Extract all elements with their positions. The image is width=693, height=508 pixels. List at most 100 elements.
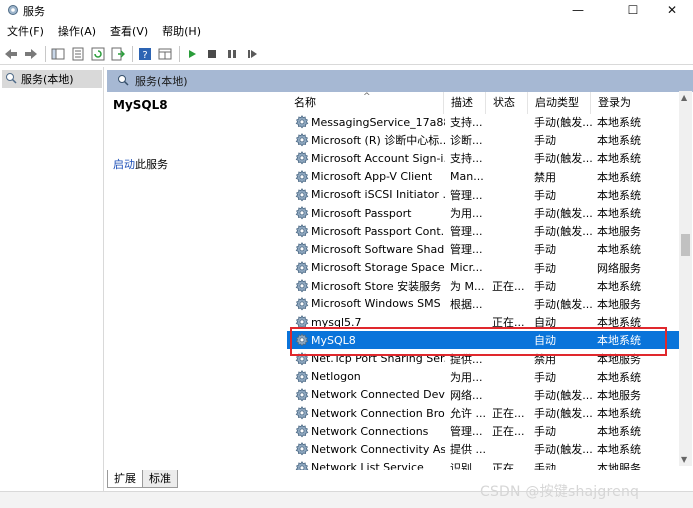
service-name-cell: Netlogon — [311, 370, 361, 384]
service-startup-type-cell: 手动 — [534, 425, 556, 439]
service-gear-icon — [295, 224, 309, 238]
service-log-on-as-cell: 本地系统 — [597, 316, 641, 330]
service-startup-type-cell: 手动 — [534, 188, 556, 202]
service-name-cell: Network Connection Bro... — [311, 406, 445, 420]
stop-service-icon[interactable] — [203, 45, 221, 63]
tree-item-services-local[interactable]: 服务(本地) — [2, 70, 102, 88]
column-header-status[interactable]: 状态 — [486, 92, 528, 114]
table-row[interactable]: Network Connectivity Ass... 提供 ... 手动(触发..… — [287, 440, 681, 458]
pause-service-icon[interactable] — [223, 45, 241, 63]
service-name-cell: Microsoft App-V Client — [311, 170, 433, 184]
service-name-cell: Network Connections — [311, 424, 429, 438]
restart-service-icon[interactable] — [243, 45, 261, 63]
table-row[interactable]: Microsoft App-V Client Man... 禁用 本地系统 — [287, 168, 681, 186]
service-name-cell: Microsoft Store 安装服务 — [311, 279, 442, 293]
service-description-cell: 管理... — [450, 243, 483, 257]
column-header-name[interactable]: ^ 名称 — [287, 92, 444, 114]
service-name-cell: Microsoft Passport Cont... — [311, 224, 445, 238]
toolbar-separator — [179, 45, 180, 62]
service-gear-icon — [295, 333, 309, 347]
menu-view[interactable]: 查看(V) — [103, 22, 155, 42]
service-description-cell: 为 M... — [450, 279, 485, 293]
properties-icon[interactable] — [69, 45, 87, 63]
menu-file[interactable]: 文件(F) — [0, 22, 51, 42]
table-row[interactable]: Net.Tcp Port Sharing Ser... 提供... 禁用 本地服务 — [287, 349, 681, 367]
table-row[interactable]: Network Connection Bro... 允许 ... 正在... 手动(触… — [287, 404, 681, 422]
vertical-scrollbar[interactable]: ▲ ▼ — [679, 91, 692, 466]
forward-arrow-icon[interactable] — [22, 45, 40, 63]
table-row[interactable]: Microsoft Software Shad... 管理... 手动 本地系统 — [287, 240, 681, 258]
export-list-icon[interactable] — [109, 45, 127, 63]
console-tree-icon[interactable] — [49, 45, 67, 63]
service-startup-type-cell: 手动 — [534, 461, 556, 470]
service-log-on-as-cell: 本地系统 — [597, 425, 641, 439]
service-name-cell: Net.Tcp Port Sharing Ser... — [311, 352, 445, 366]
back-arrow-icon[interactable] — [2, 45, 20, 63]
table-row[interactable]: Netlogon 为用... 手动 本地系统 — [287, 368, 681, 386]
table-row[interactable]: Microsoft (R) 诊断中心标... 诊断... 手动 本地系统 — [287, 131, 681, 149]
menu-action[interactable]: 操作(A) — [51, 22, 103, 42]
service-name-cell: Microsoft Storage Space... — [311, 261, 445, 275]
service-status-cell: 正在... — [492, 461, 525, 470]
services-search-icon — [117, 74, 129, 89]
table-row[interactable]: Network Connected Devi... 网络... 手动(触发... 本地… — [287, 386, 681, 404]
service-log-on-as-cell: 本地系统 — [597, 152, 641, 166]
service-gear-icon — [295, 315, 309, 329]
table-row[interactable]: Microsoft Storage Space... Micr... 手动 网络服务 — [287, 259, 681, 277]
tab-extended[interactable]: 扩展 — [107, 470, 143, 488]
table-row[interactable]: MySQL8 自动 本地系统 — [287, 331, 681, 350]
service-description-cell: Man... — [450, 170, 484, 184]
table-row[interactable]: MessagingService_17a885 支持... 手动(触发... 本地系统 — [287, 113, 681, 131]
start-service-link[interactable]: 启动 — [113, 158, 135, 171]
services-list: ^ 名称 描述 状态 启动类型 登录为 MessagingService_17a… — [287, 92, 693, 470]
service-description-cell: 管理... — [450, 425, 483, 439]
service-name-cell: Microsoft iSCSI Initiator ... — [311, 188, 445, 202]
service-log-on-as-cell: 本地系统 — [597, 243, 641, 257]
service-gear-icon — [295, 369, 309, 384]
column-header-startup-type[interactable]: 启动类型 — [528, 92, 591, 114]
table-row[interactable]: Network Connections 管理... 正在... 手动 本地系统 — [287, 422, 681, 440]
table-row[interactable]: Microsoft Store 安装服务为 M... 正在... 手动 本地系统 — [287, 277, 681, 295]
service-status-cell: 正在... — [492, 425, 525, 439]
pane-header: 服务(本地) — [107, 70, 693, 92]
column-header-description[interactable]: 描述 — [444, 92, 486, 114]
service-name-cell: Network List Service — [311, 461, 424, 470]
tab-standard[interactable]: 标准 — [142, 470, 178, 488]
service-name-cell: mysql5.7 — [311, 315, 362, 329]
service-description-cell: 允许 ... — [450, 407, 486, 421]
service-log-on-as-cell: 本地系统 — [597, 207, 641, 221]
table-row[interactable]: Microsoft Account Sign-i... 支持... 手动(触发...… — [287, 149, 681, 167]
service-startup-type-cell: 手动(触发... — [534, 407, 592, 421]
service-gear-icon — [295, 260, 309, 275]
service-status-cell: 正在... — [492, 316, 525, 330]
service-name-cell: MessagingService_17a885 — [311, 115, 445, 129]
table-row[interactable]: Microsoft iSCSI Initiator ... 管理... 手动 本地系统 — [287, 186, 681, 204]
service-startup-type-cell: 手动(触发... — [534, 116, 592, 130]
service-log-on-as-cell: 本地服务 — [597, 461, 641, 470]
services-pane: 服务(本地) MySQL8 启动此服务 ^ 名称 描述 状态 启动类型 登录为 … — [107, 67, 693, 491]
table-row[interactable]: Microsoft Passport Cont... 管理... 手动(触发... 本… — [287, 222, 681, 240]
column-header-log-on-as[interactable]: 登录为 — [591, 92, 651, 114]
start-service-icon[interactable] — [183, 45, 201, 63]
service-description-cell: Micr... — [450, 261, 483, 275]
scrollbar-thumb[interactable] — [681, 234, 690, 256]
maximize-button[interactable]: ☐ — [611, 0, 655, 20]
table-row[interactable]: Network List Service 识别... 正在... 手动 本地服务 — [287, 459, 681, 470]
service-startup-type-cell: 手动(触发... — [534, 297, 592, 311]
selected-service-name: MySQL8 — [113, 98, 168, 112]
close-button[interactable]: ✕ — [650, 0, 693, 20]
table-row[interactable]: Microsoft Passport 为用... 手动(触发... 本地系统 — [287, 204, 681, 222]
service-name-cell: Network Connected Devi... — [311, 388, 445, 402]
refresh-icon[interactable] — [89, 45, 107, 63]
console-tree: 服务(本地) — [0, 67, 104, 491]
service-description-cell: 提供... — [450, 352, 483, 366]
show-hide-icon[interactable] — [156, 45, 174, 63]
menu-help[interactable]: 帮助(H) — [155, 22, 208, 42]
table-row[interactable]: mysql5.7 正在... 自动 本地系统 — [287, 313, 681, 331]
tree-item-label: 服务(本地) — [21, 73, 74, 86]
minimize-button[interactable]: — — [556, 0, 600, 20]
scroll-up-icon[interactable]: ▲ — [681, 93, 687, 102]
help-icon[interactable]: ? — [136, 45, 154, 63]
scroll-down-icon[interactable]: ▼ — [681, 455, 687, 464]
table-row[interactable]: Microsoft Windows SMS ... 根据... 手动(触发... 本地… — [287, 295, 681, 313]
